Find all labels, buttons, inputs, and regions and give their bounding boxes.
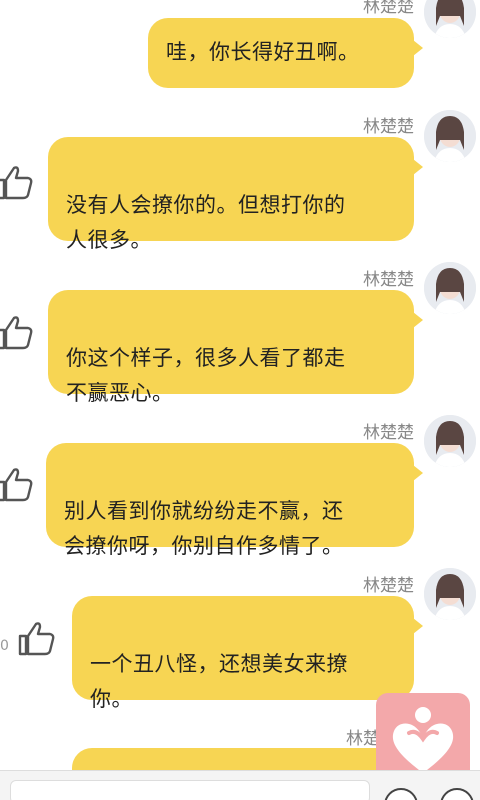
sender-name: 林楚 — [346, 729, 380, 749]
thumbs-up-icon[interactable] — [0, 162, 34, 202]
avatar-image — [424, 262, 476, 314]
message-bubble[interactable]: 没有人会撩你的。但想打你的 人很多。 — [48, 137, 423, 252]
message-text: 没有人会撩你的。但想打你的 人很多。 — [66, 193, 346, 252]
avatar[interactable] — [424, 262, 476, 314]
avatar[interactable] — [424, 415, 476, 467]
thumbs-up-icon[interactable] — [0, 464, 34, 504]
like-count: 0 — [0, 638, 9, 654]
message-bubble[interactable]: 一个丑八怪，还想美女来撩 你。 — [72, 596, 423, 711]
sender-name: 林楚楚 — [363, 0, 414, 17]
message-text: 哇，你长得好丑啊。 — [166, 40, 360, 64]
message-bubble[interactable]: 你这个样子，很多人看了都走 不赢恶心。 — [48, 290, 423, 405]
message-bubble[interactable]: 哇，你长得好丑啊。 — [148, 18, 423, 88]
message-text: 别人看到你就纷纷走不赢，还 会撩你呀，你别自作多情了。 — [64, 499, 344, 558]
message-input[interactable] — [10, 780, 370, 800]
sender-name: 林楚楚 — [363, 117, 414, 137]
sender-name: 林楚楚 — [363, 270, 414, 290]
avatar-image — [424, 415, 476, 467]
avatar[interactable] — [424, 0, 476, 38]
avatar[interactable] — [424, 110, 476, 162]
avatar-image — [424, 0, 476, 38]
avatar-image — [424, 568, 476, 620]
message-text: 你这个样子，很多人看了都走 不赢恶心。 — [66, 346, 346, 405]
sender-name: 林楚楚 — [363, 576, 414, 596]
avatar-image — [424, 110, 476, 162]
avatar[interactable] — [424, 568, 476, 620]
message-bubble[interactable]: 别人看到你就纷纷走不赢，还 会撩你呀，你别自作多情了。 — [46, 443, 423, 558]
sender-name: 林楚楚 — [363, 423, 414, 443]
message-text: 一个丑八怪，还想美女来撩 你。 — [90, 652, 348, 711]
thumbs-up-icon[interactable] — [0, 312, 34, 352]
thumbs-up-icon[interactable] — [16, 618, 56, 658]
